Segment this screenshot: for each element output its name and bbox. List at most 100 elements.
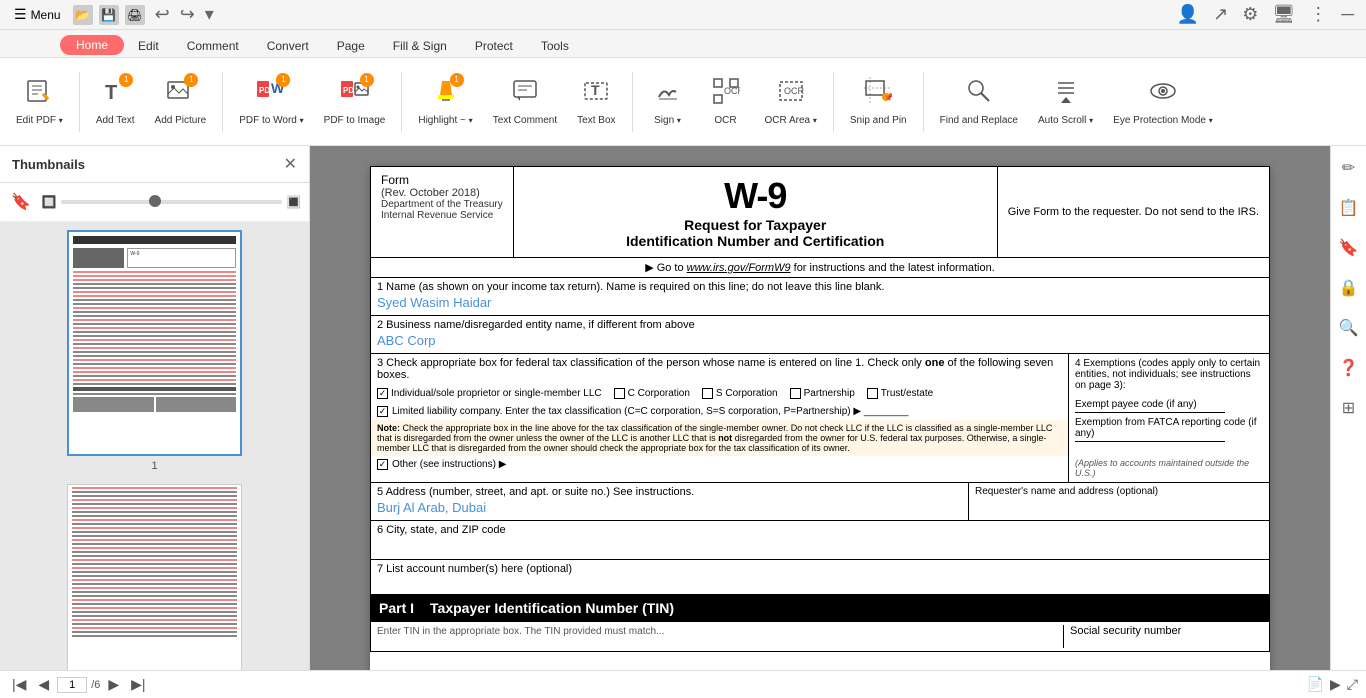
play-icon[interactable]: ▶ [1330, 676, 1341, 693]
field7-row: 7 List account number(s) here (optional) [370, 559, 1270, 594]
highlight-tool[interactable]: 1 Highlight ~ ▾ [410, 64, 480, 140]
field5-block: 5 Address (number, street, and apt. or s… [371, 483, 969, 520]
exempt-payee-label: Exempt payee code (if any) [1075, 399, 1197, 410]
form-title: Request for Taxpayer [522, 217, 989, 233]
menu-button[interactable]: ☰ Menu [8, 4, 67, 25]
more-icon[interactable]: ⋮ [1305, 2, 1331, 27]
cb-llc: ✓ [377, 406, 388, 417]
prev-page-button[interactable]: ◀ [34, 674, 53, 695]
sign-tool[interactable]: Sign ▾ [641, 64, 695, 140]
text-comment-tool[interactable]: Text Comment [485, 64, 565, 140]
sidebar-header: Thumbnails ✕ [0, 146, 309, 183]
right-help-icon[interactable]: ❓ [1335, 354, 1363, 382]
right-stamp-icon[interactable]: 🔒 [1335, 274, 1363, 302]
ocr-area-label: OCR Area ▾ [765, 115, 817, 127]
sign-label: Sign ▾ [654, 115, 681, 127]
tab-fill-sign[interactable]: Fill & Sign [379, 35, 461, 57]
eye-protection-tool[interactable]: Eye Protection Mode ▾ [1105, 64, 1221, 140]
cb-other: ✓ [377, 459, 388, 470]
settings-icon[interactable]: ⚙ [1238, 2, 1262, 27]
redo-button[interactable]: ↪ [176, 2, 199, 27]
ocr-area-tool[interactable]: OCR OCR Area ▾ [757, 64, 825, 140]
tin-row: Enter TIN in the appropriate box. The TI… [370, 622, 1270, 652]
snip-pin-tool[interactable]: 📌 Snip and Pin [842, 64, 915, 140]
field3-4-row: 3 Check appropriate box for federal tax … [370, 353, 1270, 482]
tab-tools[interactable]: Tools [527, 35, 583, 57]
zoom-thumb[interactable] [149, 195, 161, 207]
add-picture-tool[interactable]: + 1 Add Picture [147, 64, 215, 140]
page-view-icon[interactable]: 📄 [1307, 676, 1324, 693]
next-page-button[interactable]: ▶ [104, 674, 123, 695]
bottom-bar: |◀ ◀ /6 ▶ ▶| 📄 ▶ ⤢ [0, 670, 1366, 698]
open-file-icon[interactable]: 📂 [73, 5, 93, 25]
find-replace-tool[interactable]: Find and Replace [932, 64, 1026, 140]
edit-pdf-icon [25, 77, 53, 111]
form-label-block: Form (Rev. October 2018) Department of t… [371, 167, 513, 257]
tab-home[interactable]: Home [60, 35, 124, 55]
account-icon[interactable]: 👤 [1173, 2, 1203, 27]
add-text-tool[interactable]: T + 1 Add Text [88, 64, 143, 140]
close-sidebar-button[interactable]: ✕ [284, 154, 297, 174]
zoom-track[interactable] [61, 200, 282, 204]
url-bar: ▶ Go to www.irs.gov/FormW9 for instructi… [370, 257, 1270, 277]
minimize-button[interactable]: ─ [1337, 2, 1358, 27]
svg-text:📌: 📌 [884, 92, 892, 102]
page-number-1: 1 [151, 460, 157, 472]
ocr-label: OCR [714, 115, 736, 127]
cb-trust [867, 388, 878, 399]
bookmark-icon[interactable]: 🔖 [8, 189, 34, 215]
cb-partnership [790, 388, 801, 399]
right-edit-icon[interactable]: ✏ [1338, 154, 1359, 182]
undo-button[interactable]: ↩ [151, 2, 174, 27]
field7-value [377, 575, 1263, 591]
pdf-to-image-icon: PDF 1 [340, 77, 370, 111]
svg-text:T: T [591, 82, 600, 98]
form-word: Form [381, 173, 503, 187]
field7-label: 7 List account number(s) here (optional) [377, 563, 1263, 575]
right-clipboard-icon[interactable]: 📋 [1335, 194, 1363, 222]
field1-row: 1 Name (as shown on your income tax retu… [370, 277, 1270, 315]
edit-pdf-tool[interactable]: Edit PDF ▾ [8, 64, 71, 140]
save-icon[interactable]: 💾 [99, 5, 119, 25]
separator-1 [79, 72, 80, 132]
share-icon[interactable]: ↗ [1209, 2, 1232, 27]
pdf-to-image-tool[interactable]: PDF 1 PDF to Image [316, 64, 394, 140]
last-page-button[interactable]: ▶| [127, 674, 149, 695]
tab-convert[interactable]: Convert [253, 35, 323, 57]
tab-protect[interactable]: Protect [461, 35, 527, 57]
tab-comment[interactable]: Comment [173, 35, 253, 57]
eye-protection-label: Eye Protection Mode ▾ [1113, 115, 1213, 127]
form-number: W-9 [522, 175, 989, 217]
sidebar-title: Thumbnails [12, 157, 85, 172]
thumbnail-image-2[interactable] [67, 484, 242, 670]
text-box-tool[interactable]: T Text Box [569, 64, 623, 140]
right-sidebar: ✏ 📋 🔖 🔒 🔍 ❓ ⊞ [1330, 146, 1366, 670]
thumbnail-page-2[interactable]: 2 [8, 484, 301, 670]
history-dropdown[interactable]: ▾ [201, 2, 218, 27]
cb-ccorp [614, 388, 625, 399]
tab-edit[interactable]: Edit [124, 35, 173, 57]
separator-2 [222, 72, 223, 132]
monitor-icon[interactable]: 🖥 [1268, 2, 1299, 27]
print-icon[interactable]: 🖨 [125, 5, 145, 25]
fullscreen-icon[interactable]: ⤢ [1347, 676, 1358, 693]
tab-page[interactable]: Page [323, 35, 379, 57]
ocr-tool[interactable]: OCR OCR [699, 64, 753, 140]
first-page-button[interactable]: |◀ [8, 674, 30, 695]
social-label: Social security number [1070, 625, 1181, 637]
thumbnail-page-1[interactable]: W-9 [8, 230, 301, 472]
separator-4 [632, 72, 633, 132]
title-bar-left: ☰ Menu 📂 💾 🖨 ↩ ↪ ▾ [8, 2, 218, 27]
form-dept: Department of the Treasury [381, 199, 503, 210]
pdf-viewer[interactable]: Form (Rev. October 2018) Department of t… [310, 146, 1330, 670]
current-page-input[interactable] [57, 677, 87, 693]
right-bookmark-icon[interactable]: 🔖 [1335, 234, 1363, 262]
thumbnail-image-1[interactable]: W-9 [67, 230, 242, 456]
add-text-label: Add Text [96, 115, 135, 127]
auto-scroll-tool[interactable]: Auto Scroll ▾ [1030, 64, 1101, 140]
right-grid-icon[interactable]: ⊞ [1338, 394, 1359, 422]
pdf-to-word-tool[interactable]: PDFW1 1 PDF to Word ▾ [231, 64, 311, 140]
part1-title: Taxpayer Identification Number (TIN) [430, 600, 674, 616]
right-search-icon[interactable]: 🔍 [1335, 314, 1363, 342]
add-picture-label: Add Picture [155, 115, 207, 127]
